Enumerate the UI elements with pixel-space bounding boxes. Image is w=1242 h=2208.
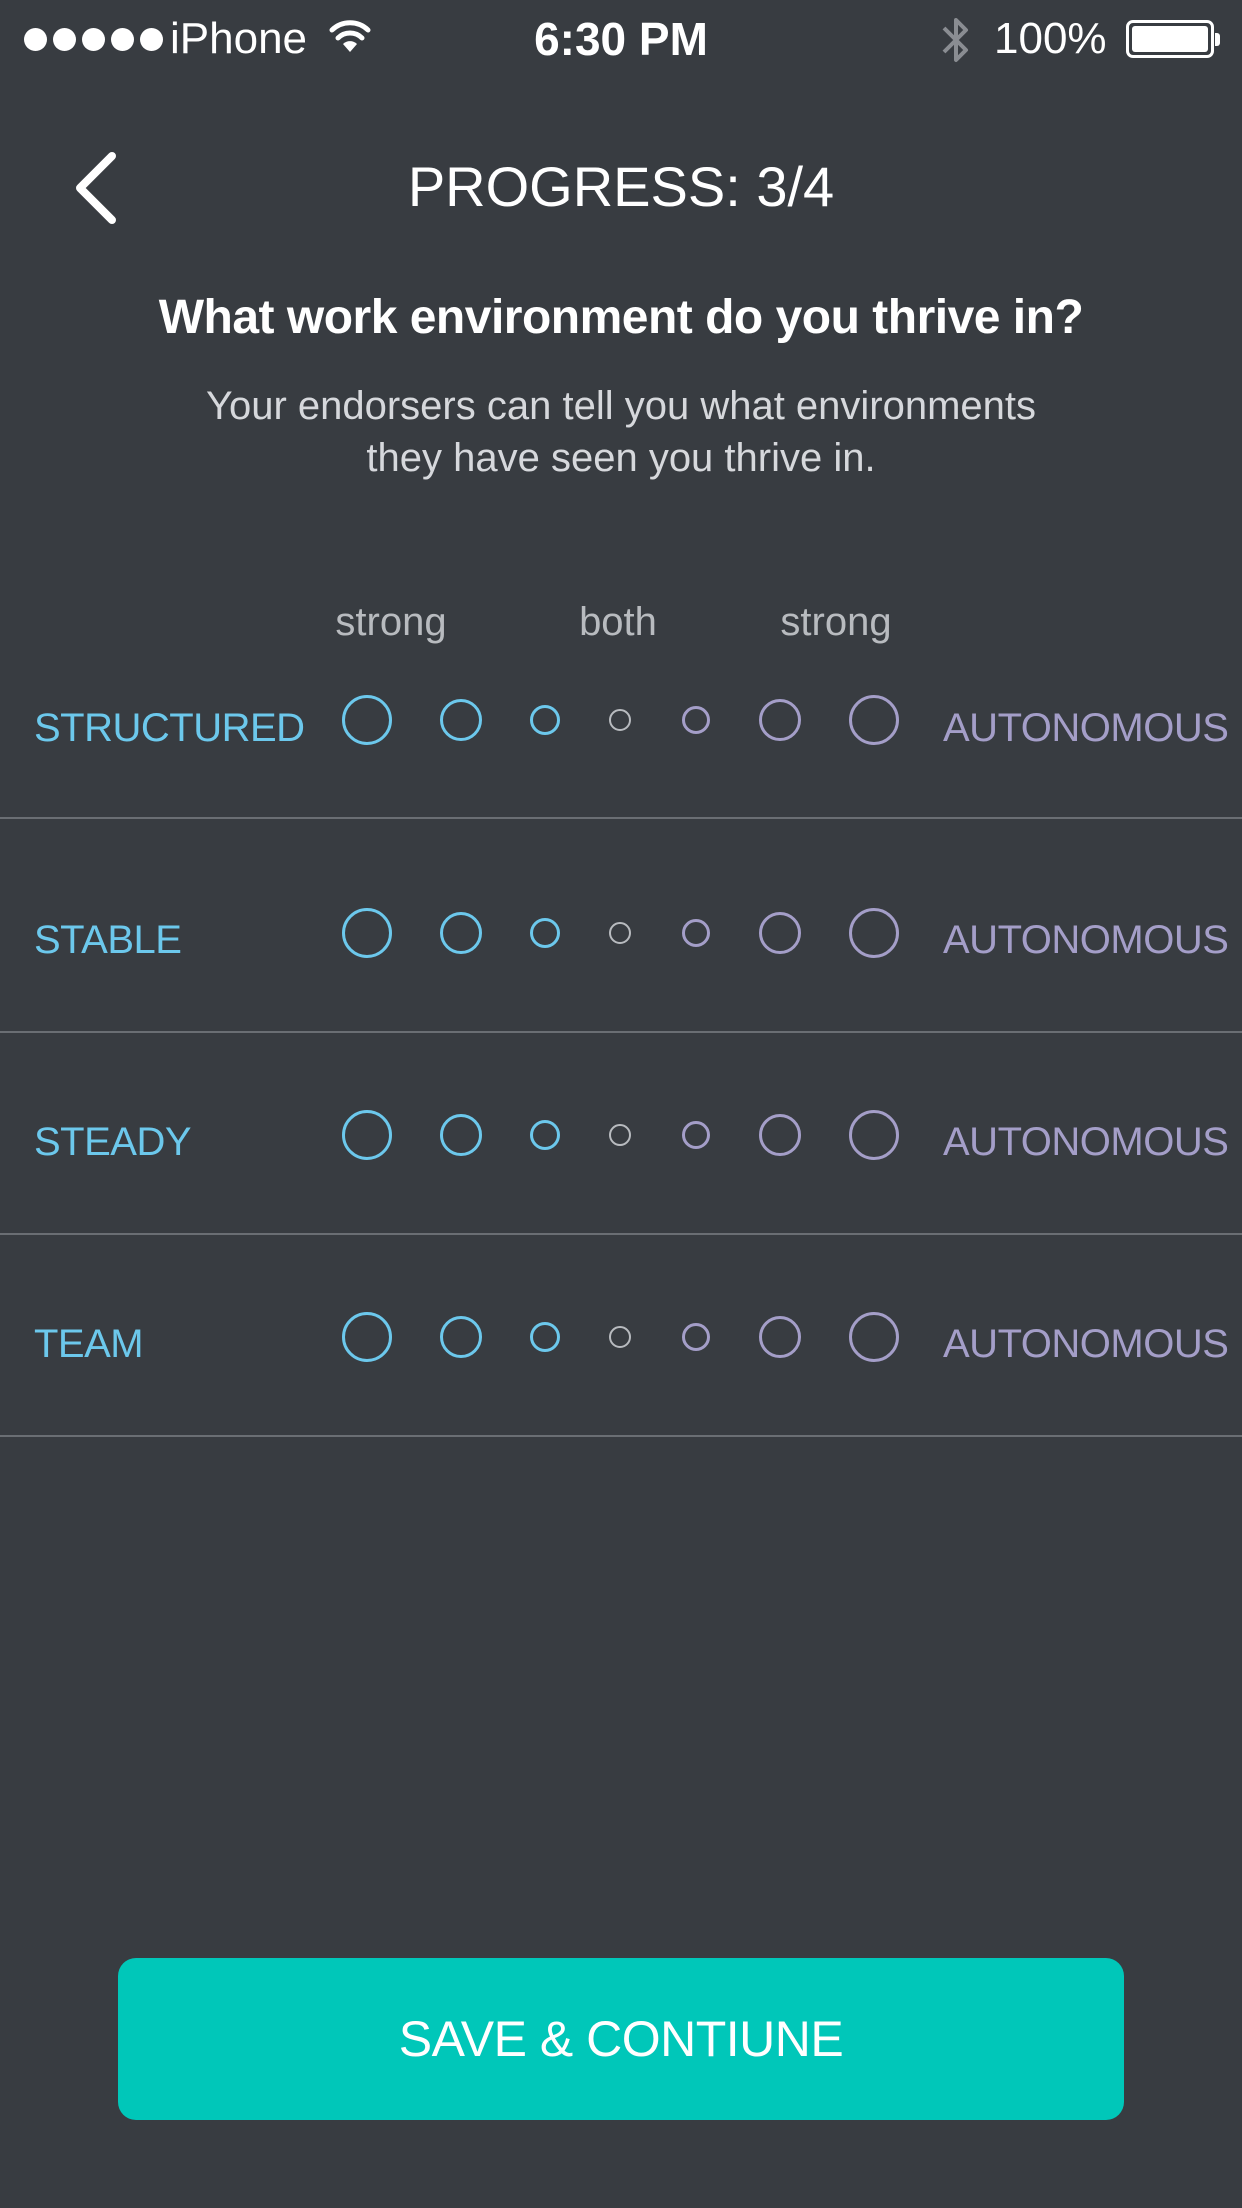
- question-subtitle: Your endorsers can tell you what environ…: [205, 384, 1037, 480]
- row-divider: [0, 1031, 1242, 1033]
- rating-option-moderate-left[interactable]: [440, 1114, 482, 1156]
- rating-option-slight-right[interactable]: [682, 1323, 710, 1351]
- rating-option-both[interactable]: [609, 709, 631, 731]
- rating-option-strong-left[interactable]: [342, 1312, 392, 1362]
- battery-percentage: 100%: [994, 14, 1107, 63]
- bluetooth-icon: [942, 18, 968, 62]
- rating-option-moderate-left[interactable]: [440, 699, 482, 741]
- row-left-label: STRUCTURED: [34, 706, 305, 750]
- row-left-label: STEADY: [34, 1120, 192, 1164]
- rating-option-slight-left[interactable]: [530, 1322, 560, 1352]
- rating-option-moderate-right[interactable]: [759, 699, 801, 741]
- chevron-left-icon[interactable]: [66, 148, 126, 228]
- rating-option-strong-right[interactable]: [849, 1312, 899, 1362]
- rating-option-slight-right[interactable]: [682, 706, 710, 734]
- row-right-label: AUTONOMOUS: [943, 1120, 1229, 1164]
- rating-option-moderate-right[interactable]: [759, 1114, 801, 1156]
- rating-option-moderate-right[interactable]: [759, 912, 801, 954]
- rating-option-strong-left[interactable]: [342, 695, 392, 745]
- rating-option-strong-right[interactable]: [849, 1110, 899, 1160]
- row-divider: [0, 1233, 1242, 1235]
- scale-label-right: strong: [780, 600, 892, 644]
- rating-option-moderate-right[interactable]: [759, 1316, 801, 1358]
- battery-icon: [1126, 20, 1220, 58]
- signal-strength-icon: [24, 28, 163, 51]
- rating-option-slight-right[interactable]: [682, 919, 710, 947]
- page-title: PROGRESS: 3/4: [407, 155, 835, 218]
- carrier-name: iPhone: [170, 14, 308, 63]
- rating-option-slight-left[interactable]: [530, 918, 560, 948]
- status-time: 6:30 PM: [534, 13, 708, 65]
- rating-option-moderate-left[interactable]: [440, 1316, 482, 1358]
- rating-option-strong-right[interactable]: [849, 908, 899, 958]
- row-divider: [0, 817, 1242, 819]
- rating-option-both[interactable]: [609, 1326, 631, 1348]
- rating-option-slight-left[interactable]: [530, 705, 560, 735]
- status-bar: iPhone 6:30 PM 100%: [0, 0, 1242, 80]
- rating-option-both[interactable]: [609, 922, 631, 944]
- rating-option-strong-left[interactable]: [342, 908, 392, 958]
- row-divider: [0, 1435, 1242, 1437]
- row-right-label: AUTONOMOUS: [943, 1322, 1229, 1366]
- rating-option-slight-left[interactable]: [530, 1120, 560, 1150]
- wifi-icon: [329, 20, 371, 52]
- row-left-label: TEAM: [34, 1322, 144, 1366]
- row-right-label: AUTONOMOUS: [943, 706, 1229, 750]
- question-title: What work environment do you thrive in?: [158, 291, 1084, 344]
- rating-option-slight-right[interactable]: [682, 1121, 710, 1149]
- rating-option-both[interactable]: [609, 1124, 631, 1146]
- scale-label-left: strong: [335, 600, 447, 644]
- rating-option-moderate-left[interactable]: [440, 912, 482, 954]
- save-continue-button[interactable]: SAVE & CONTIUNE: [118, 1958, 1124, 2120]
- rating-option-strong-right[interactable]: [849, 695, 899, 745]
- row-left-label: STABLE: [34, 918, 182, 962]
- rating-option-strong-left[interactable]: [342, 1110, 392, 1160]
- row-right-label: AUTONOMOUS: [943, 918, 1229, 962]
- scale-label-middle: both: [579, 600, 657, 644]
